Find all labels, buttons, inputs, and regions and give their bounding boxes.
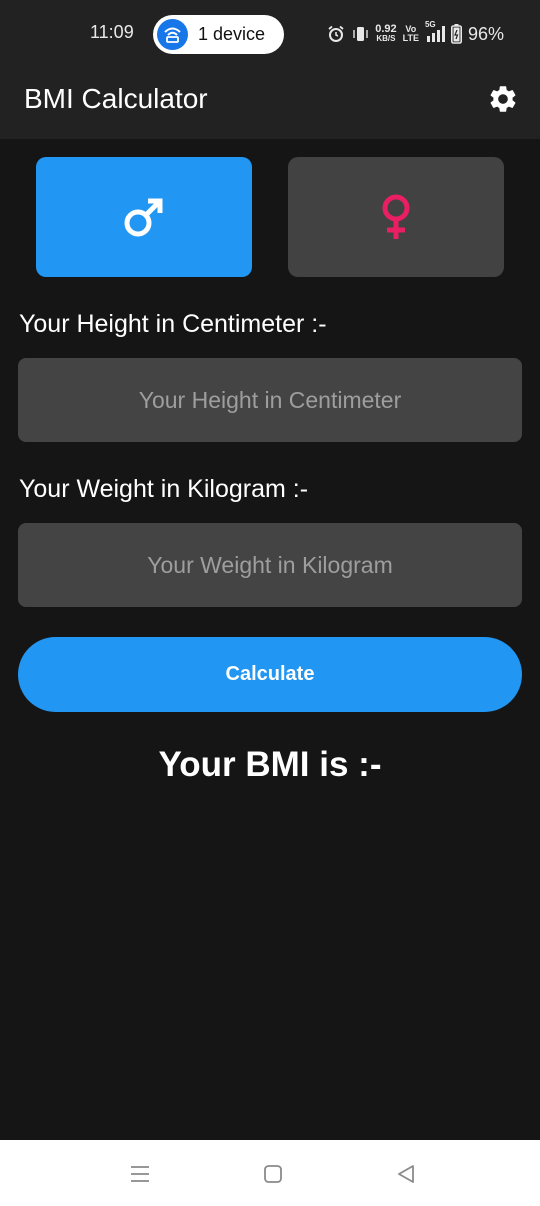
height-field[interactable]	[18, 358, 522, 442]
back-icon	[398, 1165, 414, 1183]
home-button[interactable]	[259, 1160, 287, 1188]
male-symbol-icon	[124, 198, 163, 237]
back-button[interactable]	[392, 1160, 420, 1188]
calculate-button[interactable]: Calculate	[18, 637, 522, 712]
net-speed: 0.92 KB/S	[375, 24, 396, 44]
menu-button[interactable]	[126, 1160, 154, 1188]
net-speed-unit: KB/S	[376, 34, 396, 43]
battery-percent: 96%	[467, 23, 504, 44]
net-speed-value: 0.92	[375, 23, 397, 35]
system-nav-bar	[0, 1140, 540, 1206]
home-icon	[264, 1165, 282, 1183]
bmi-result: Your BMI is :-	[158, 745, 382, 784]
weight-label: Your Weight in Kilogram :-	[19, 475, 309, 503]
screen: 11:09 1 device 0.92 KB/S Vo LTE 5G 96% B…	[0, 0, 540, 1206]
female-card[interactable]	[288, 157, 504, 277]
wifi-hotspot-icon	[157, 19, 188, 50]
app-title: BMI Calculator	[24, 83, 208, 114]
weight-field[interactable]	[18, 523, 522, 607]
female-symbol-icon	[382, 194, 410, 239]
hotspot-pill[interactable]: 1 device	[153, 15, 284, 54]
weight-input[interactable]	[18, 523, 522, 607]
menu-icon	[131, 1166, 149, 1182]
volte-bottom: LTE	[402, 33, 419, 43]
height-input[interactable]	[18, 358, 522, 442]
male-card[interactable]	[36, 157, 252, 277]
app-bar: BMI Calculator	[0, 70, 540, 139]
settings-button[interactable]	[486, 82, 520, 116]
alarm-icon	[328, 25, 344, 42]
battery-icon	[450, 24, 462, 44]
status-time: 11:09	[90, 22, 134, 42]
volte-indicator: Vo LTE	[403, 25, 419, 43]
status-bar: 11:09 1 device 0.92 KB/S Vo LTE 5G 96%	[0, 0, 540, 70]
height-label: Your Height in Centimeter :-	[19, 310, 327, 338]
gear-icon	[490, 86, 516, 112]
vibrate-icon	[353, 27, 368, 41]
hotspot-label: 1 device	[198, 24, 266, 44]
network-type: 5G	[424, 20, 436, 29]
signal-icon: 5G	[425, 20, 445, 42]
status-icons: 0.92 KB/S Vo LTE 5G 96%	[327, 20, 504, 46]
